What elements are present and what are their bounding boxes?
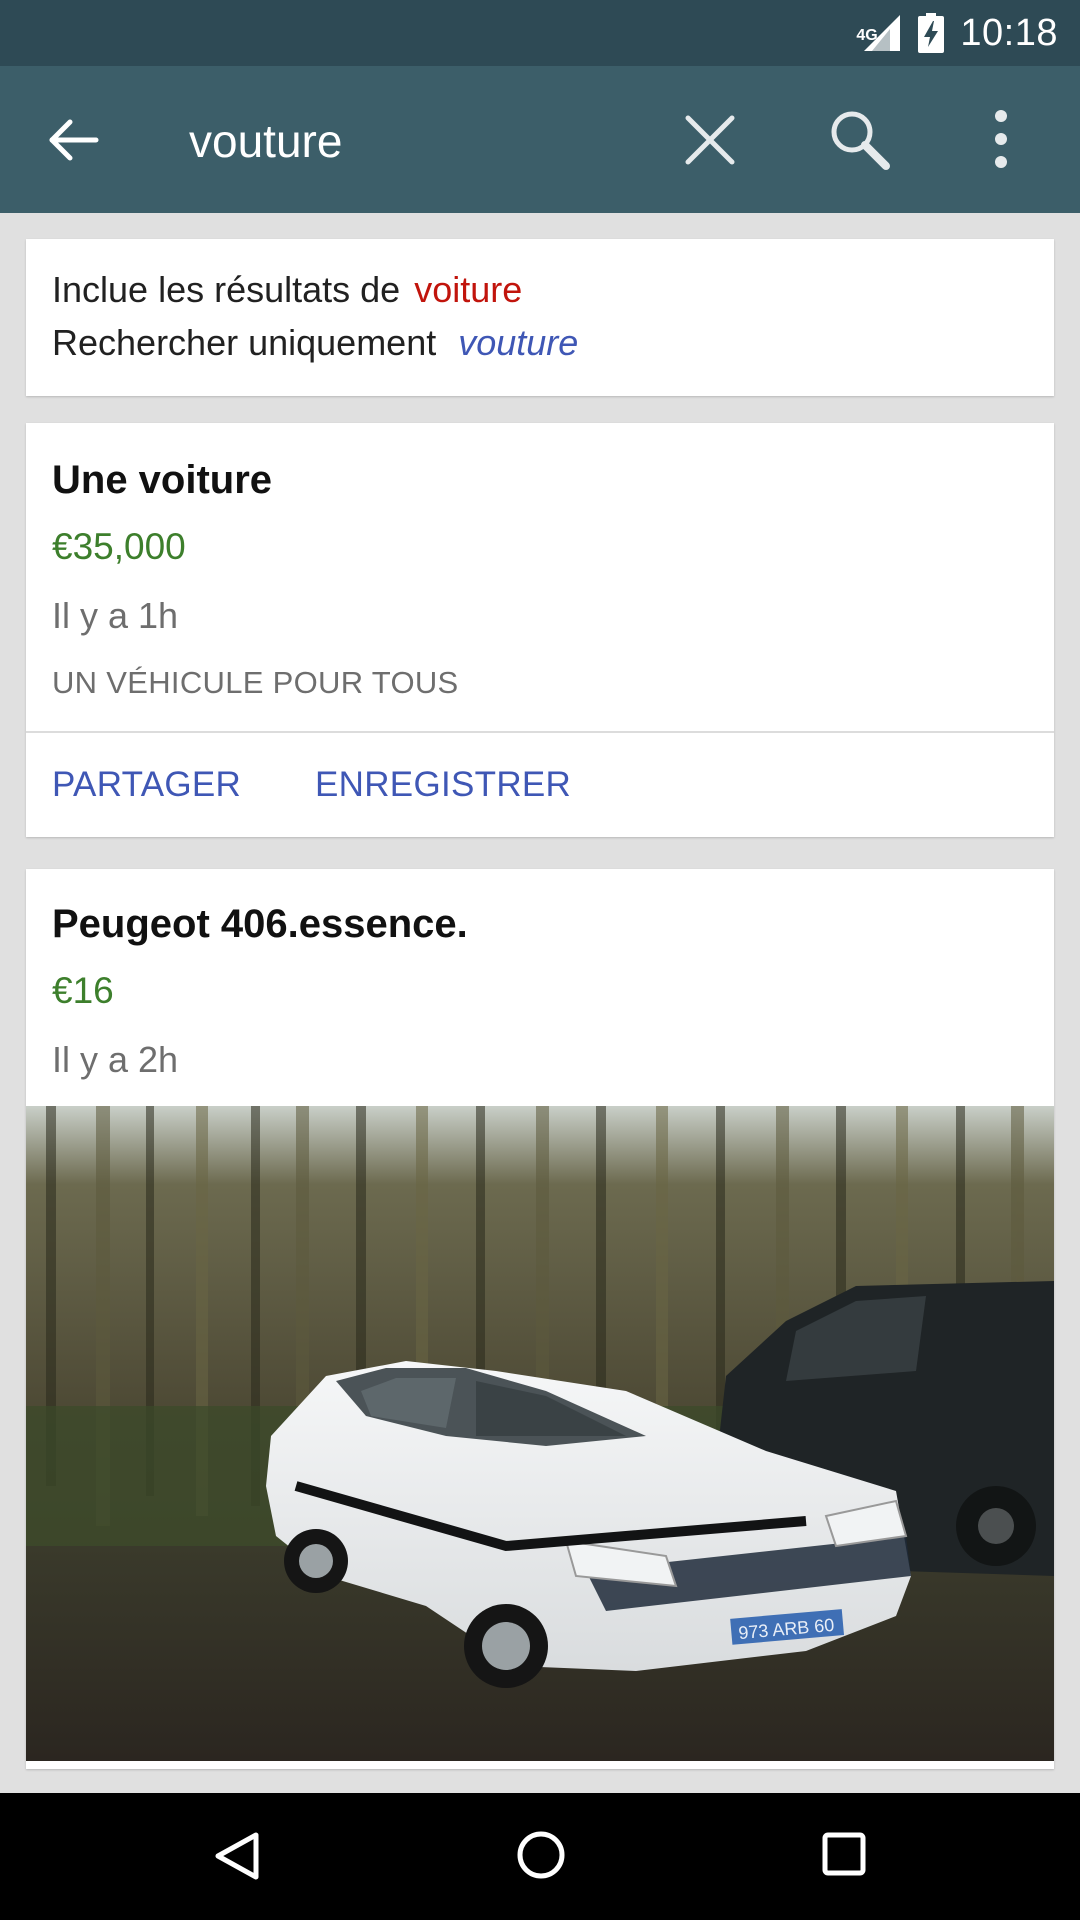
search-only-label: Rechercher uniquement (52, 322, 437, 363)
listing-title: Une voiture (52, 458, 273, 502)
listing-price: €16 (52, 970, 114, 1011)
share-button[interactable]: PARTAGER (52, 765, 241, 805)
status-bar: 4G 10:18 (0, 0, 1080, 66)
system-nav-bar (0, 1793, 1080, 1920)
divider (26, 731, 1054, 733)
arrow-back-icon[interactable] (46, 112, 102, 168)
listing-title: Peugeot 406.essence. (52, 902, 468, 946)
save-button[interactable]: ENREGISTRER (315, 765, 571, 805)
listing-photo[interactable]: 973 ARB 60 (26, 1106, 1054, 1761)
close-icon[interactable] (680, 110, 740, 170)
status-indicators: 4G 10:18 (856, 0, 1058, 66)
signal-icon: 4G (856, 13, 902, 53)
more-vert-icon[interactable] (986, 106, 1016, 172)
included-results-row: Inclue les résultats de voiture (52, 269, 522, 311)
nav-back-icon[interactable] (212, 1831, 262, 1881)
corrected-query-link[interactable]: voiture (414, 269, 522, 310)
original-query-link[interactable]: vouture (458, 322, 578, 363)
search-toolbar: vouture (0, 66, 1080, 213)
nav-recents-icon[interactable] (821, 1831, 867, 1877)
search-query-text[interactable]: vouture (189, 114, 342, 168)
clock: 10:18 (960, 11, 1058, 54)
search-only-row: Rechercher uniquement vouture (52, 322, 578, 364)
listing-price: €35,000 (52, 526, 186, 567)
nav-home-icon[interactable] (515, 1829, 567, 1881)
listing-card[interactable]: Une voiture €35,000 Il y a 1h UN VÉHICUL… (26, 423, 1054, 837)
listing-time: Il y a 1h (52, 595, 179, 636)
included-results-label: Inclue les résultats de (52, 269, 401, 310)
search-icon[interactable] (826, 106, 892, 172)
listing-card[interactable]: Peugeot 406.essence. €16 Il y a 2h 973 A… (26, 869, 1054, 1769)
listing-tagline: UN VÉHICULE POUR TOUS (52, 665, 459, 700)
car-photo: 973 ARB 60 (26, 1106, 1054, 1761)
battery-charging-icon (918, 13, 945, 53)
listing-time: Il y a 2h (52, 1039, 179, 1080)
spelling-suggestion-card: Inclue les résultats de voiture Recherche… (26, 239, 1054, 396)
